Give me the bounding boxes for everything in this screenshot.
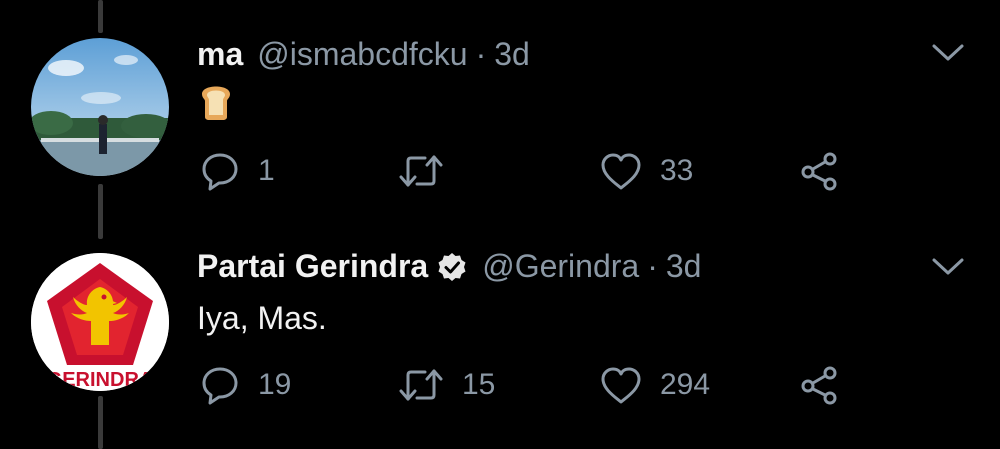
thread-line-middle: [98, 184, 103, 239]
retweet-count: 15: [462, 368, 496, 401]
retweet-button[interactable]: [398, 151, 462, 191]
chevron-down-icon[interactable]: [931, 257, 965, 277]
like-icon: [601, 153, 641, 190]
retweet-button[interactable]: 15: [398, 365, 495, 405]
tweet-text: Iya, Mas.: [197, 300, 327, 336]
verified-badge-icon: [438, 252, 466, 281]
share-icon: [801, 152, 837, 191]
tweet-header: ma @ismabcdfcku · 3d: [197, 36, 530, 73]
timestamp[interactable]: 3d: [494, 36, 530, 73]
like-icon: [601, 367, 641, 404]
avatar[interactable]: [31, 38, 169, 176]
reply-count: 19: [258, 368, 292, 401]
reply-button[interactable]: 1: [200, 151, 275, 191]
display-name[interactable]: Partai Gerindra: [197, 248, 428, 285]
like-count: 33: [660, 154, 694, 187]
timestamp[interactable]: 3d: [666, 248, 702, 285]
thread-line-bottom: [98, 396, 103, 449]
avatar[interactable]: GERINDRA: [31, 253, 169, 391]
display-name[interactable]: ma: [197, 36, 243, 73]
share-button[interactable]: [800, 365, 840, 405]
retweet-icon: [399, 369, 443, 401]
reply-icon: [202, 367, 238, 405]
reply-icon: [202, 153, 238, 191]
like-count: 294: [660, 368, 711, 401]
reply-button[interactable]: 19: [200, 365, 291, 405]
user-handle[interactable]: @Gerindra: [482, 248, 639, 285]
reply-count: 1: [258, 154, 275, 187]
thread-line-top: [98, 0, 103, 33]
share-icon: [801, 366, 837, 405]
like-button[interactable]: 33: [600, 151, 693, 191]
avatar-logo-text: GERINDRA: [47, 369, 154, 391]
user-handle[interactable]: @ismabcdfcku: [257, 36, 467, 73]
like-button[interactable]: 294: [600, 365, 710, 405]
separator-dot: ·: [647, 248, 658, 284]
share-button[interactable]: [800, 151, 840, 191]
bread-emoji: [198, 80, 234, 125]
separator-dot: ·: [475, 36, 487, 72]
tweet-header: Partai Gerindra @Gerindra · 3d: [197, 248, 701, 285]
retweet-icon: [399, 155, 443, 187]
chevron-down-icon[interactable]: [931, 43, 965, 63]
